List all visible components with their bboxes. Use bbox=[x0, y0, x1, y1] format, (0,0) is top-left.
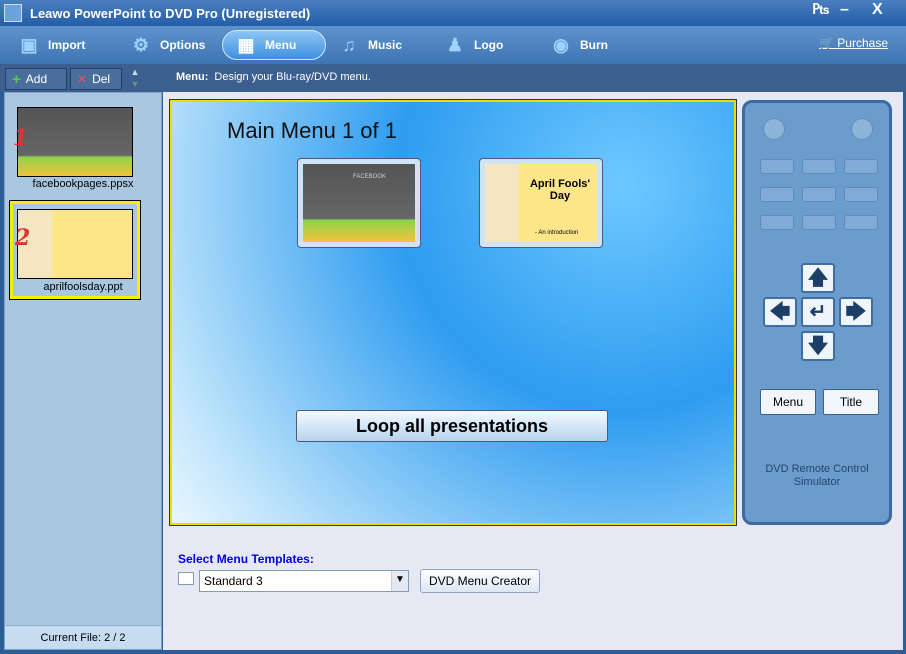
file-list: 1 facebookpages.ppsx 2 aprilfoolsday.ppt… bbox=[4, 92, 162, 650]
arrow-left-button[interactable]: 🡄 bbox=[763, 297, 797, 327]
menu-hint: Menu: Design your Blu-ray/DVD menu. bbox=[176, 71, 371, 83]
tab-menu[interactable]: ▦ Menu bbox=[222, 30, 326, 60]
delete-button[interactable]: ✕ Del bbox=[70, 68, 122, 90]
file-name[interactable]: facebookpages.ppsx bbox=[5, 178, 161, 190]
menu-slide-thumbnail-1[interactable]: FACEBOOK bbox=[297, 158, 421, 248]
remote-title-button[interactable]: Title bbox=[823, 389, 879, 415]
remote-label: DVD Remote Control Simulator bbox=[765, 463, 869, 488]
tab-logo[interactable]: ♟ Logo bbox=[432, 30, 515, 60]
arrow-right-button[interactable]: 🡆 bbox=[839, 297, 873, 327]
menu-title: Main Menu 1 of 1 bbox=[227, 118, 397, 143]
x-icon: ✕ bbox=[77, 72, 88, 86]
remote-button[interactable] bbox=[760, 215, 794, 230]
remote-button[interactable] bbox=[844, 187, 878, 202]
remote-button[interactable] bbox=[760, 187, 794, 202]
cart-icon: 🛒 bbox=[819, 36, 834, 50]
app-icon bbox=[4, 4, 22, 22]
purchase-link[interactable]: 🛒 Purchase bbox=[819, 36, 888, 50]
dvd-menu-creator-button[interactable]: DVD Menu Creator bbox=[420, 569, 540, 593]
remote-button[interactable] bbox=[802, 187, 836, 202]
menu-dropdown-icon[interactable]: ₧ bbox=[812, 1, 830, 19]
menu-preview: Main Menu 1 of 1 FACEBOOK April Fools' D… bbox=[169, 99, 737, 526]
enter-button[interactable]: ↵ bbox=[801, 297, 835, 327]
tab-options[interactable]: ⚙ Options bbox=[118, 30, 217, 60]
window-title: Leawo PowerPoint to DVD Pro (Unregistere… bbox=[30, 6, 311, 21]
music-icon: ♫ bbox=[342, 34, 356, 55]
arrow-down-button[interactable]: 🡇 bbox=[801, 331, 835, 361]
tab-import[interactable]: ▣ Import bbox=[6, 30, 97, 60]
move-up-button[interactable]: ▲ bbox=[125, 67, 145, 78]
remote-round-button[interactable] bbox=[763, 118, 785, 140]
template-select[interactable]: Standard 3 ▼ bbox=[199, 570, 409, 592]
remote-button[interactable] bbox=[760, 159, 794, 174]
import-icon: ▣ bbox=[20, 34, 38, 55]
remote-button[interactable] bbox=[802, 215, 836, 230]
remote-button[interactable] bbox=[844, 215, 878, 230]
current-file-status: Current File: 2 / 2 bbox=[5, 625, 161, 649]
remote-button[interactable] bbox=[844, 159, 878, 174]
file-name[interactable]: aprilfoolsday.ppt bbox=[5, 281, 161, 293]
title-bar: Leawo PowerPoint to DVD Pro (Unregistere… bbox=[0, 0, 906, 26]
chevron-down-icon[interactable]: ▼ bbox=[391, 571, 408, 591]
remote-button[interactable] bbox=[802, 159, 836, 174]
minimize-button[interactable]: – bbox=[840, 1, 849, 19]
remote-menu-button[interactable]: Menu bbox=[760, 389, 816, 415]
template-icon bbox=[178, 572, 194, 585]
logo-icon: ♟ bbox=[446, 34, 464, 55]
file-number: 1 bbox=[13, 125, 29, 151]
file-number: 2 bbox=[15, 225, 31, 251]
menu-slide-thumbnail-2[interactable]: April Fools' Day - An introduction bbox=[479, 158, 603, 248]
main-panel: Main Menu 1 of 1 FACEBOOK April Fools' D… bbox=[163, 92, 903, 650]
burn-disc-icon: ◉ bbox=[553, 34, 569, 55]
menu-icon: ▦ bbox=[237, 34, 255, 55]
dvd-remote-simulator: 🡅 🡄 ↵ 🡆 🡇 Menu Title DVD Remote Control … bbox=[742, 100, 892, 525]
move-down-button[interactable]: ▼ bbox=[125, 79, 145, 90]
templates-label: Select Menu Templates: bbox=[178, 552, 314, 566]
tab-music[interactable]: ♫ Music bbox=[326, 30, 414, 60]
loop-all-button[interactable]: Loop all presentations bbox=[296, 410, 608, 442]
gear-icon: ⚙ bbox=[132, 34, 150, 55]
main-toolbar: ▣ Import ⚙ Options ▦ Menu ♫ Music ♟ Logo ◉ Bur… bbox=[0, 26, 906, 64]
plus-icon: + bbox=[12, 70, 21, 88]
sub-toolbar: + Add ✕ Del ▲ ▼ Menu: Design your Blu-ray/D… bbox=[0, 64, 906, 92]
arrow-up-button[interactable]: 🡅 bbox=[801, 263, 835, 293]
file-thumbnail-2[interactable] bbox=[17, 209, 133, 279]
file-thumbnail-1[interactable] bbox=[17, 107, 133, 177]
add-button[interactable]: + Add bbox=[5, 68, 67, 90]
tab-burn[interactable]: ◉ Burn bbox=[538, 30, 620, 60]
close-button[interactable]: X bbox=[872, 1, 883, 19]
remote-round-button[interactable] bbox=[851, 118, 873, 140]
